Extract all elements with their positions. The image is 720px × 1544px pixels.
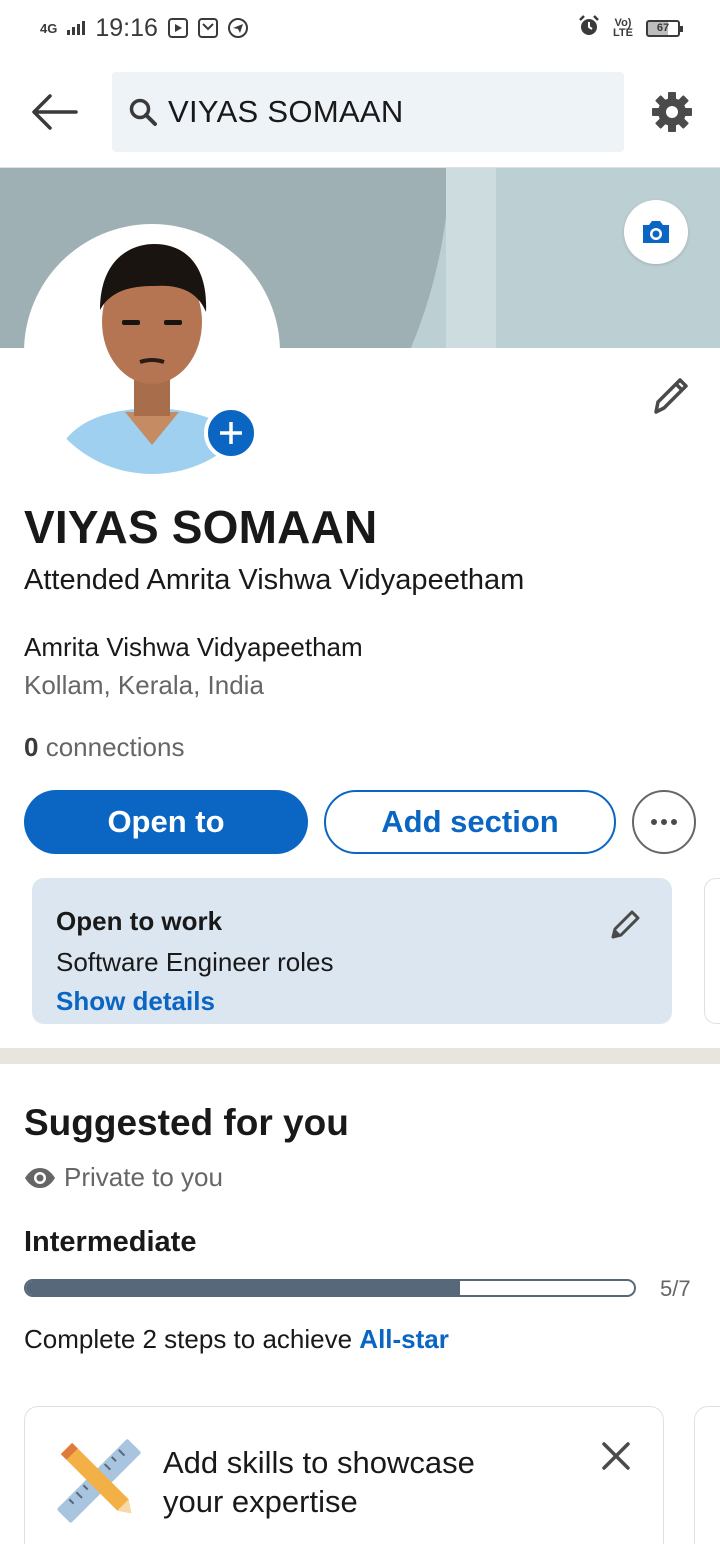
- alarm-icon: [578, 14, 600, 42]
- profile-strength-bar: [24, 1279, 636, 1297]
- profile-school[interactable]: Amrita Vishwa Vidyapeetham: [24, 632, 363, 663]
- profile-headline: Attended Amrita Vishwa Vidyapeetham: [24, 564, 525, 596]
- search-query: VIYAS SOMAAN: [168, 94, 404, 129]
- status-time: 19:16: [95, 13, 158, 42]
- connections-link[interactable]: 0 connections: [24, 732, 184, 763]
- settings-button[interactable]: [650, 90, 694, 134]
- gear-icon: [652, 92, 692, 132]
- close-icon: [602, 1442, 630, 1470]
- arrow-left-icon: [32, 94, 78, 130]
- open-to-work-title: Open to work: [56, 906, 223, 936]
- progress-fill: [26, 1281, 461, 1295]
- ruler-pencil-icon: [57, 1439, 141, 1523]
- profile-name: VIYAS SOMAAN: [24, 501, 378, 553]
- search-icon: [129, 98, 157, 126]
- dismiss-card-button[interactable]: [599, 1439, 633, 1473]
- next-card-peek[interactable]: [704, 878, 720, 1024]
- add-photo-button[interactable]: [204, 406, 258, 460]
- add-skills-text: Add skills to showcase your expertise: [163, 1445, 475, 1519]
- all-star-link[interactable]: All-star: [359, 1324, 449, 1354]
- mail-notification-icon: [197, 18, 218, 38]
- progress-label: 5/7: [660, 1276, 691, 1301]
- plus-icon: [220, 422, 242, 444]
- youtube-notification-icon: [167, 18, 188, 38]
- connections-count: 0: [24, 732, 39, 762]
- telegram-notification-icon: [227, 18, 248, 38]
- open-to-work-roles: Software Engineer roles: [56, 947, 334, 977]
- open-to-button[interactable]: Open to: [24, 790, 308, 854]
- next-suggestion-peek[interactable]: [694, 1406, 720, 1544]
- signal-icon: [67, 21, 86, 35]
- status-bar: 4G 19:16 Vo) LTE 67: [0, 0, 720, 56]
- top-bar: VIYAS SOMAAN: [0, 56, 720, 168]
- pencil-icon: [654, 378, 688, 414]
- network-type: 4G: [40, 20, 58, 36]
- steps-text: Complete 2 steps to achieve All-star: [24, 1324, 449, 1355]
- suggested-title: Suggested for you: [24, 1102, 349, 1143]
- more-dots-icon: [651, 819, 657, 825]
- volte-indicator: Vo) LTE: [613, 17, 633, 39]
- back-button[interactable]: [28, 90, 80, 134]
- open-to-work-card[interactable]: Open to work Software Engineer roles Sho…: [32, 878, 672, 1024]
- eye-icon: [25, 1167, 55, 1188]
- steps-prefix: Complete 2 steps to achieve: [24, 1324, 360, 1354]
- section-divider: [0, 1048, 720, 1064]
- profile-strength-level: Intermediate: [24, 1226, 197, 1258]
- battery-icon: 67: [646, 19, 683, 37]
- add-section-button[interactable]: Add section: [324, 790, 616, 854]
- privacy-row: Private to you: [24, 1162, 223, 1193]
- search-input[interactable]: VIYAS SOMAAN: [112, 72, 624, 152]
- pencil-icon: [611, 910, 640, 939]
- edit-open-to-work-button[interactable]: [608, 908, 642, 942]
- add-skills-card[interactable]: Add skills to showcase your expertise: [24, 1406, 664, 1544]
- connections-label: connections: [38, 732, 185, 762]
- privacy-label: Private to you: [64, 1162, 223, 1192]
- profile-location: Kollam, Kerala, India: [24, 670, 264, 700]
- edit-intro-button[interactable]: [648, 374, 692, 418]
- edit-banner-button[interactable]: [624, 200, 688, 264]
- show-details-link[interactable]: Show details: [56, 986, 648, 1017]
- more-options-button[interactable]: [632, 790, 696, 854]
- camera-icon: [643, 221, 669, 243]
